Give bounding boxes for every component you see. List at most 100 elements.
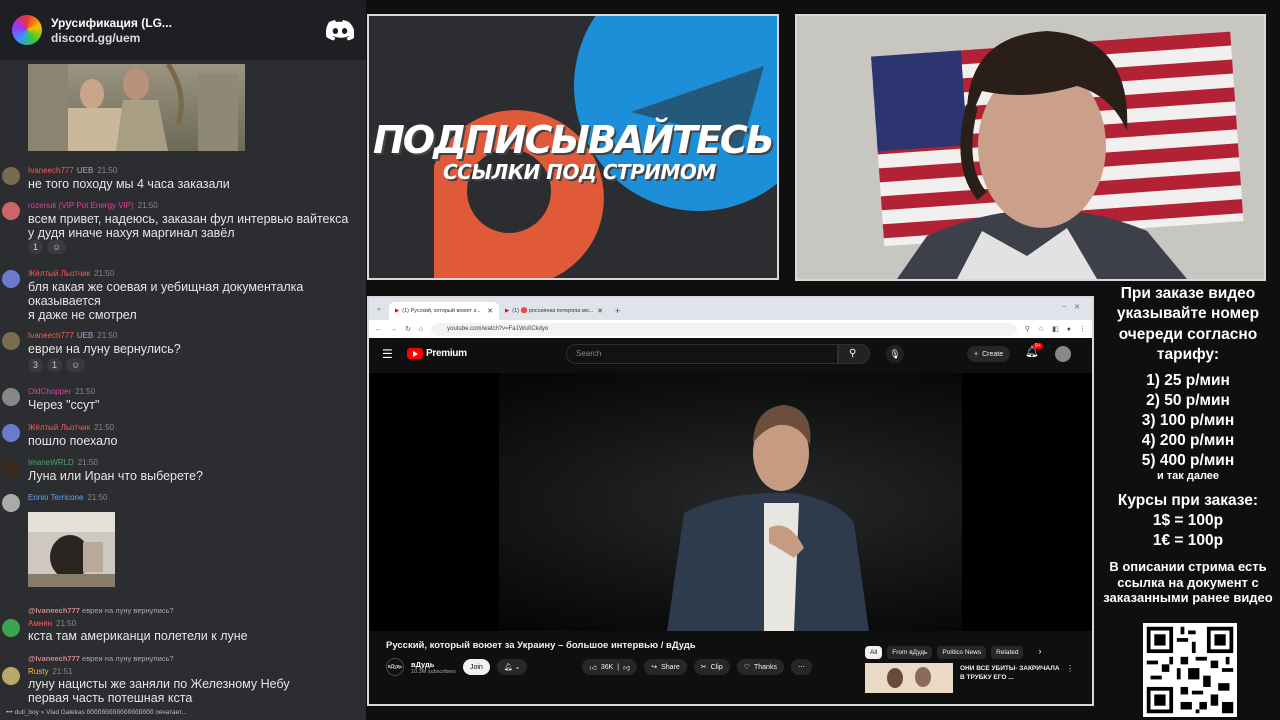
youtube-play-icon [407,348,423,359]
chip-related[interactable]: Related [991,646,1024,659]
message-author[interactable]: Ennio Terricone [28,493,83,502]
message-author[interactable]: Амнян [28,619,52,628]
message-text: Луна или Иран что выберете? [28,469,204,483]
rate-usd: 1$ = 100р [1152,512,1224,529]
message-author[interactable]: ImaneWRLD [28,458,74,467]
reply-reference[interactable]: @Ivaneech777 евреи на луну вернулись? [28,654,174,663]
search-icon: ⚲ [849,348,857,359]
search-input[interactable]: Search [566,344,838,364]
recommended-video[interactable]: ОНИ ВСЕ УБИТЫ- ЗАКРИЧАЛА В ТРУБКУ ЕГО ..… [865,663,1074,693]
video-frame [369,373,1092,631]
user-avatar[interactable] [2,388,20,406]
user-avatar[interactable] [2,459,20,477]
clip-button[interactable]: ✂ Clip [693,659,730,675]
like-button[interactable]: 👍︎ 36K | 👎︎ [582,659,638,675]
reaction-button[interactable]: 1 [28,240,44,254]
close-tab-icon[interactable]: ✕ [597,307,603,315]
voice-search-icon[interactable]: 🎙 [886,345,904,363]
tariff-5: 5) 400 р/мин [1141,452,1235,469]
message-author[interactable]: Ivaneech777 [28,166,74,175]
user-avatar[interactable] [2,332,20,350]
reaction-button[interactable]: 3 [28,358,44,372]
chips-next-icon[interactable]: › [1038,646,1041,659]
message-text: бля какая же соевая и уебищная документа… [28,280,304,322]
order-info-panel: При заказе видео указывайте номер очеред… [1096,282,1280,720]
discord-logo-icon [326,20,354,41]
browser-tab-active[interactable]: ▶ (1) Русский, который воюет з... ✕ [389,302,499,320]
home-icon[interactable]: ⌂ [419,326,423,333]
browser-window: ⌄ ▶ (1) Русский, который воюет з... ✕ ▶ (1)… [367,296,1094,706]
message-time: 21:50 [137,201,158,210]
server-invite-link[interactable]: discord.gg/uem [51,31,172,45]
menu-dots-icon[interactable]: ⋮ [1079,325,1086,333]
chip-all[interactable]: All [865,646,883,659]
user-avatar[interactable] [2,424,20,442]
chip-politics-news[interactable]: Politics News [937,646,987,659]
join-button[interactable]: Join [462,659,490,675]
image-attachment[interactable] [28,512,115,587]
extensions-icon[interactable]: ◧ [1052,325,1059,333]
message-author[interactable]: Ivaneech777 [28,331,74,340]
qr-code[interactable] [1143,623,1237,717]
hamburger-menu-icon[interactable]: ☰ [382,347,393,361]
user-avatar[interactable] [2,202,20,220]
message-author[interactable]: Rusty [28,667,48,676]
server-header[interactable]: Урусификация (LG... discord.gg/uem [0,0,366,60]
message-time: 21:51 [52,667,73,676]
clip-icon: ✂ [700,664,707,671]
recommended-menu-icon[interactable]: ⋮ [1066,664,1074,673]
rate-eur: 1€ = 100р [1152,532,1224,549]
thanks-icon: ♡ [743,664,750,671]
new-tab-icon[interactable]: + [615,306,620,316]
user-avatar[interactable] [2,667,20,685]
message-time: 21:50 [75,387,96,396]
close-window-icon[interactable]: ✕ [1074,303,1080,311]
message-author[interactable]: OldChopper [28,387,71,396]
channel-name[interactable]: вДудь [411,660,456,669]
add-reaction-icon[interactable]: ☺ [47,240,67,254]
message-text: Через "ссут" [28,398,100,412]
message-author[interactable]: Жёлтый Льотчик [28,423,90,432]
user-avatar[interactable] [2,270,20,288]
share-icon: ↪ [651,664,658,671]
user-avatar[interactable] [2,494,20,512]
chip-from-channel[interactable]: From вДудь [887,646,933,659]
subscribe-bell-button[interactable]: 🔔︎ ⌄ [496,659,528,675]
video-player[interactable] [369,373,1092,631]
thanks-button[interactable]: ♡ Thanks [736,659,784,675]
profile-icon[interactable]: ● [1067,326,1071,333]
forward-icon[interactable]: → [390,326,397,333]
minimize-icon[interactable]: – [1062,303,1066,310]
message-author[interactable]: rozenuk (VIP Pot Energy VIP) [28,201,134,210]
message-text: кста там американци полетели к луне [28,629,248,643]
search-button[interactable]: ⚲ [838,344,870,364]
webcam-feed [795,14,1266,281]
banner-subtitle: ССЫЛКИ ПОД СТРИМОМ [443,160,716,184]
channel-info: вДудь 10.3M subscribers [411,660,456,675]
message-author[interactable]: Жёлтый Льотчик [28,269,90,278]
close-tab-icon[interactable]: ✕ [487,307,493,315]
reload-icon[interactable]: ↻ [405,325,411,333]
message-text: евреи на луну вернулись? [28,342,181,356]
user-avatar[interactable] [2,167,20,185]
reaction-button[interactable]: 1 [47,358,63,372]
youtube-favicon: ▶ [395,308,400,314]
role-badge: UEB [76,166,94,175]
more-actions-icon[interactable]: ⋯ [790,659,812,675]
share-button[interactable]: ↪ Share [644,659,687,675]
user-avatar[interactable] [2,619,20,637]
youtube-logo[interactable]: Premium [407,348,467,359]
bookmark-star-icon[interactable]: ☆ [1038,325,1044,333]
account-avatar[interactable] [1055,346,1071,362]
back-icon[interactable]: ← [375,326,382,333]
zoom-icon[interactable]: ⚲ [1025,325,1030,333]
tab-list-chevron-icon[interactable]: ⌄ [376,304,382,312]
order-instructions: При заказе видео указывайте номер очеред… [1116,285,1260,363]
channel-avatar[interactable]: вДудь [386,658,404,676]
browser-tab[interactable]: ▶ (1) 🔴 россиянка потеряла мо... ✕ [499,302,609,320]
url-field[interactable]: youtube.com/watch?v=Fa1Wu0Ckdyo [431,322,1017,336]
create-button[interactable]: + Create [967,346,1011,362]
reply-reference[interactable]: @Ivaneech777 евреи на луну вернулись? [28,606,174,615]
meme-image-attachment[interactable] [28,64,245,151]
add-reaction-icon[interactable]: ☺ [66,358,86,372]
